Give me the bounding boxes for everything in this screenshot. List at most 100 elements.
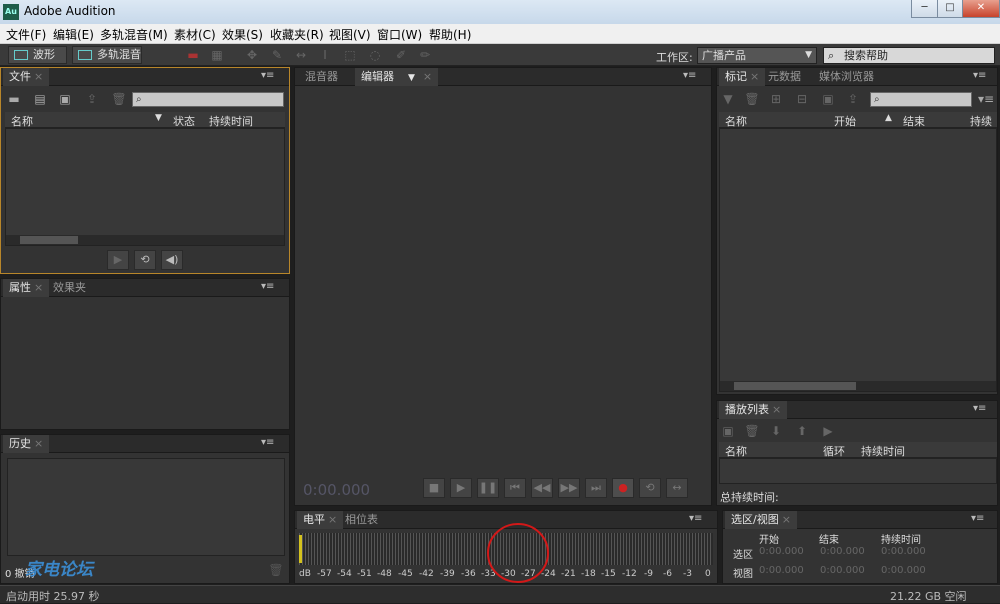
chevron-down-icon[interactable]: ▼ bbox=[408, 73, 415, 83]
menu-help[interactable]: 帮助(H) bbox=[429, 26, 471, 43]
panel-menu-icon[interactable]: ▾≡ bbox=[971, 513, 984, 524]
horizontal-scrollbar[interactable] bbox=[720, 381, 996, 391]
view-duration-field[interactable]: 0:00.000 bbox=[881, 565, 926, 576]
slip-tool-icon[interactable]: ↔ bbox=[294, 48, 308, 62]
multitrack-button[interactable]: 多轨混音 bbox=[72, 46, 142, 64]
view-end-field[interactable]: 0:00.000 bbox=[820, 565, 865, 576]
column-duration[interactable]: 持续时间 bbox=[209, 113, 253, 129]
column-name[interactable]: 名称 bbox=[725, 113, 747, 129]
close-icon[interactable]: × bbox=[34, 281, 43, 294]
new-file-icon[interactable]: ▣ bbox=[56, 91, 74, 107]
fast-forward-button[interactable]: ▶▶ bbox=[558, 478, 580, 498]
open-file-icon[interactable]: ▬ bbox=[5, 91, 23, 107]
column-status[interactable]: 状态 bbox=[173, 113, 195, 129]
menu-edit[interactable]: 编辑(E) bbox=[53, 26, 94, 43]
rewind-button[interactable]: ◀◀ bbox=[531, 478, 553, 498]
go-to-start-button[interactable]: ⏮ bbox=[504, 478, 526, 498]
razor-tool-icon[interactable]: ✎ bbox=[270, 48, 284, 62]
selection-duration-field[interactable]: 0:00.000 bbox=[881, 546, 926, 557]
tab-history[interactable]: 历史 × bbox=[3, 435, 50, 453]
stop-button[interactable]: ■ bbox=[423, 478, 445, 498]
panel-menu-icon[interactable]: ▾≡ bbox=[683, 70, 696, 81]
loop-playback-button[interactable]: ⟲ bbox=[639, 478, 661, 498]
tab-media-browser[interactable]: 媒体浏览器 bbox=[813, 68, 880, 86]
play-icon[interactable]: ▶ bbox=[819, 423, 837, 439]
tab-markers[interactable]: 标记 × bbox=[719, 68, 766, 86]
brush-tool-icon[interactable]: ✐ bbox=[394, 48, 408, 62]
close-icon[interactable]: × bbox=[423, 70, 432, 83]
tab-level[interactable]: 电平 × bbox=[297, 511, 344, 529]
selection-start-field[interactable]: 0:00.000 bbox=[759, 546, 804, 557]
files-search-input[interactable]: ⌕ bbox=[132, 92, 284, 107]
column-name[interactable]: 名称 bbox=[725, 443, 747, 459]
import-file-icon[interactable]: ▤ bbox=[31, 91, 49, 107]
minimize-button[interactable]: ─ bbox=[911, 0, 938, 18]
filter-icon[interactable]: ▾≡ bbox=[977, 91, 995, 107]
menu-effects[interactable]: 效果(S) bbox=[222, 26, 263, 43]
record-button[interactable]: ● bbox=[612, 478, 634, 498]
skip-selection-button[interactable]: ↔ bbox=[666, 478, 688, 498]
workspace-select[interactable]: 广播产品 ▼ bbox=[697, 47, 817, 64]
close-icon[interactable]: × bbox=[772, 403, 781, 416]
move-down-icon[interactable]: ⬇ bbox=[767, 423, 785, 439]
view-start-field[interactable]: 0:00.000 bbox=[759, 565, 804, 576]
close-icon[interactable]: × bbox=[750, 70, 759, 83]
markers-search-input[interactable]: ⌕ bbox=[870, 92, 972, 107]
column-loop[interactable]: 循环 bbox=[823, 443, 845, 459]
trash-icon[interactable]: 🗑 bbox=[743, 91, 761, 107]
column-name[interactable]: 名称 bbox=[11, 113, 33, 129]
play-button[interactable]: ▶ bbox=[107, 250, 129, 270]
maximize-button[interactable]: □ bbox=[937, 0, 963, 18]
marquee-tool-icon[interactable]: ⬚ bbox=[343, 48, 357, 62]
horizontal-scrollbar[interactable] bbox=[6, 235, 284, 245]
close-button[interactable]: ✕ bbox=[962, 0, 1000, 18]
tab-playlist[interactable]: 播放列表 × bbox=[719, 401, 788, 419]
tab-files[interactable]: 文件 × bbox=[3, 68, 50, 86]
move-up-icon[interactable]: ⬆ bbox=[793, 423, 811, 439]
insert-into-playlist-icon[interactable]: ⇪ bbox=[844, 91, 862, 107]
play-button[interactable]: ▶ bbox=[450, 478, 472, 498]
column-end[interactable]: 结束 bbox=[903, 113, 925, 129]
time-selection-tool-icon[interactable]: I bbox=[318, 48, 332, 62]
menu-file[interactable]: 文件(F) bbox=[6, 26, 46, 43]
column-duration[interactable]: 持续时间 bbox=[861, 443, 905, 459]
trash-icon[interactable]: 🗑 bbox=[110, 91, 128, 107]
panel-menu-icon[interactable]: ▾≡ bbox=[973, 403, 986, 414]
tab-properties[interactable]: 属性 × bbox=[3, 279, 50, 297]
panel-menu-icon[interactable]: ▾≡ bbox=[261, 281, 274, 292]
export-markers-icon[interactable]: ⊟ bbox=[793, 91, 811, 107]
tab-editor[interactable]: 编辑器 ▼ × bbox=[355, 68, 439, 86]
panel-menu-icon[interactable]: ▾≡ bbox=[973, 70, 986, 81]
menu-window[interactable]: 窗口(W) bbox=[377, 26, 422, 43]
merge-markers-icon[interactable]: ⊞ bbox=[767, 91, 785, 107]
lasso-tool-icon[interactable]: ◌ bbox=[368, 48, 382, 62]
selection-end-field[interactable]: 0:00.000 bbox=[820, 546, 865, 557]
insert-into-multitrack-icon[interactable]: ⇪ bbox=[83, 91, 101, 107]
tab-effects-rack[interactable]: 效果夹 bbox=[47, 279, 92, 297]
tab-metadata[interactable]: 元数据 bbox=[762, 68, 807, 86]
close-icon[interactable]: × bbox=[34, 70, 43, 83]
loop-button[interactable]: ⟲ bbox=[134, 250, 156, 270]
auto-play-button[interactable]: ◀) bbox=[161, 250, 183, 270]
help-search-input[interactable]: ⌕ 搜索帮助 bbox=[823, 47, 995, 64]
pitch-display-icon[interactable]: ▦ bbox=[210, 48, 224, 62]
panel-menu-icon[interactable]: ▾≡ bbox=[689, 513, 702, 524]
pause-button[interactable]: ❚❚ bbox=[477, 478, 499, 498]
menu-clip[interactable]: 素材(C) bbox=[174, 26, 216, 43]
go-to-end-button[interactable]: ⏭ bbox=[585, 478, 607, 498]
tab-selection-view[interactable]: 选区/视图 × bbox=[725, 511, 797, 529]
close-icon[interactable]: × bbox=[34, 437, 43, 450]
trash-icon[interactable]: 🗑 bbox=[267, 562, 285, 578]
panel-menu-icon[interactable]: ▾≡ bbox=[261, 437, 274, 448]
menu-view[interactable]: 视图(V) bbox=[329, 26, 371, 43]
menu-favorites[interactable]: 收藏夹(R) bbox=[270, 26, 324, 43]
spectral-display-icon[interactable]: ▬ bbox=[186, 48, 200, 62]
menu-multitrack[interactable]: 多轨混音(M) bbox=[100, 26, 168, 43]
tab-mixer[interactable]: 混音器 bbox=[299, 68, 344, 86]
spot-healing-tool-icon[interactable]: ✏ bbox=[418, 48, 432, 62]
playlist-add-icon[interactable]: ▣ bbox=[719, 423, 737, 439]
add-marker-icon[interactable]: ▼ bbox=[719, 91, 737, 107]
close-icon[interactable]: × bbox=[782, 513, 791, 526]
batch-process-icon[interactable]: ▣ bbox=[819, 91, 837, 107]
tab-phase-meter[interactable]: 相位表 bbox=[339, 511, 384, 529]
